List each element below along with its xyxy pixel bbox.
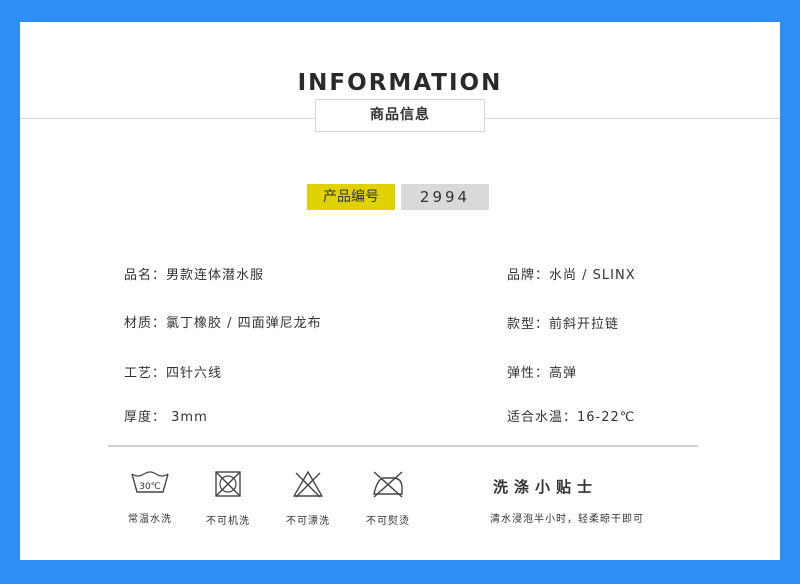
page-title: INFORMATION xyxy=(297,70,503,96)
product-code-label: 产品编号 xyxy=(307,184,395,210)
detail-craft: 工艺：四针六线 xyxy=(124,366,223,381)
care-item-no-machine-wash: 不可机洗 xyxy=(193,470,263,527)
care-item-no-bleach: 不可漂洗 xyxy=(273,470,343,527)
wash-30-icon: 30℃ xyxy=(131,471,169,493)
detail-material: 材质：氯丁橡胶 / 四面弹尼龙布 xyxy=(124,316,322,331)
no-iron-icon xyxy=(373,471,403,498)
detail-thickness: 厚度： 3mm xyxy=(124,410,208,425)
info-card: INFORMATION 商品信息 产品编号 2994 品名：男款连体潜水服 品牌… xyxy=(20,22,780,560)
care-item-wash: 30℃ 常温水洗 xyxy=(115,470,185,525)
svg-text:30℃: 30℃ xyxy=(139,482,161,492)
detail-elasticity: 弹性：高弹 xyxy=(507,366,578,381)
no-bleach-icon xyxy=(292,470,324,498)
detail-name: 品名：男款连体潜水服 xyxy=(124,268,265,283)
detail-brand: 品牌：水尚 / SLINX xyxy=(507,268,636,283)
no-machine-wash-icon xyxy=(215,471,241,497)
care-label-no-iron: 不可熨烫 xyxy=(366,516,410,527)
page-subtitle: 商品信息 xyxy=(315,99,485,132)
care-tips-text: 清水浸泡半小时，轻柔晾干即可 xyxy=(490,514,644,525)
detail-style: 款型：前斜开拉链 xyxy=(507,317,620,332)
care-divider xyxy=(108,445,698,447)
care-label-no-bleach: 不可漂洗 xyxy=(286,516,330,527)
care-item-no-iron: 不可熨烫 xyxy=(353,470,423,527)
detail-water-temp: 适合水温：16-22℃ xyxy=(507,410,636,425)
care-label-wash: 常温水洗 xyxy=(128,514,172,525)
care-label-no-machine-wash: 不可机洗 xyxy=(206,516,250,527)
product-code-value: 2994 xyxy=(401,184,489,210)
care-tips-title: 洗涤小贴士 xyxy=(493,478,599,496)
